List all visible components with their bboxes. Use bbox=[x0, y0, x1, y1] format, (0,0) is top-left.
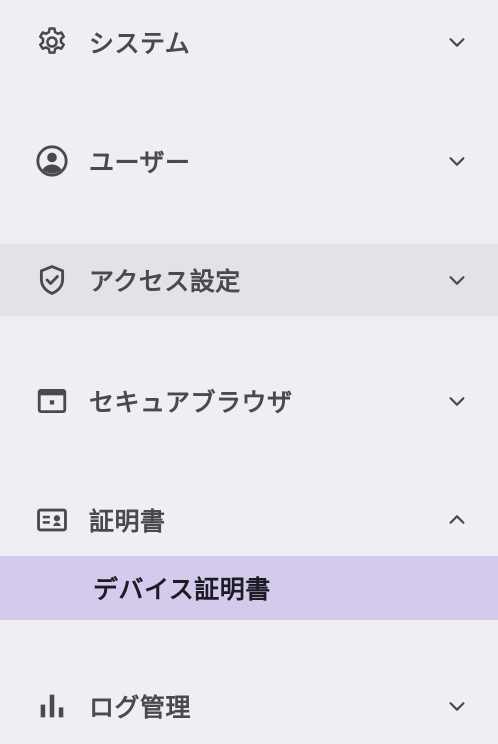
chevron-down-icon bbox=[449, 702, 465, 711]
sidebar-item-label: 証明書 bbox=[89, 507, 166, 536]
sidebar-item-secure-browser[interactable]: セキュアブラウザ bbox=[0, 365, 498, 437]
shield-check-icon bbox=[34, 262, 70, 298]
sidebar-item-label: アクセス設定 bbox=[89, 267, 241, 296]
sidebar-subitem-device-certificates[interactable]: デバイス証明書 bbox=[0, 556, 498, 620]
sidebar-item-label: ログ管理 bbox=[89, 693, 192, 722]
sidebar-subitem-label: デバイス証明書 bbox=[93, 575, 271, 604]
sidebar-item-label: ユーザー bbox=[89, 148, 191, 177]
chevron-down-icon bbox=[449, 397, 465, 406]
bar-chart-icon bbox=[34, 688, 70, 724]
sidebar-item-log-management[interactable]: ログ管理 bbox=[0, 670, 498, 742]
sidebar-item-label: システム bbox=[89, 29, 191, 58]
chevron-down-icon bbox=[449, 276, 465, 285]
chevron-down-icon bbox=[449, 38, 465, 47]
sidebar-item-system[interactable]: システム bbox=[0, 6, 498, 78]
browser-window-icon bbox=[34, 383, 70, 419]
sidebar-item-label: セキュアブラウザ bbox=[89, 388, 293, 417]
sidebar-item-access-settings[interactable]: アクセス設定 bbox=[0, 244, 498, 316]
id-card-icon bbox=[34, 502, 70, 538]
gear-icon bbox=[34, 24, 70, 60]
chevron-down-icon bbox=[449, 157, 465, 166]
sidebar-item-users[interactable]: ユーザー bbox=[0, 125, 498, 197]
sidebar-item-certificates[interactable]: 証明書 bbox=[0, 484, 498, 556]
user-circle-icon bbox=[34, 143, 70, 179]
chevron-up-icon bbox=[449, 515, 465, 524]
sidebar-nav: システム ユーザー アクセス設定 セキュアブラウザ 証明書 デバイス証明書 ログ… bbox=[0, 0, 498, 744]
